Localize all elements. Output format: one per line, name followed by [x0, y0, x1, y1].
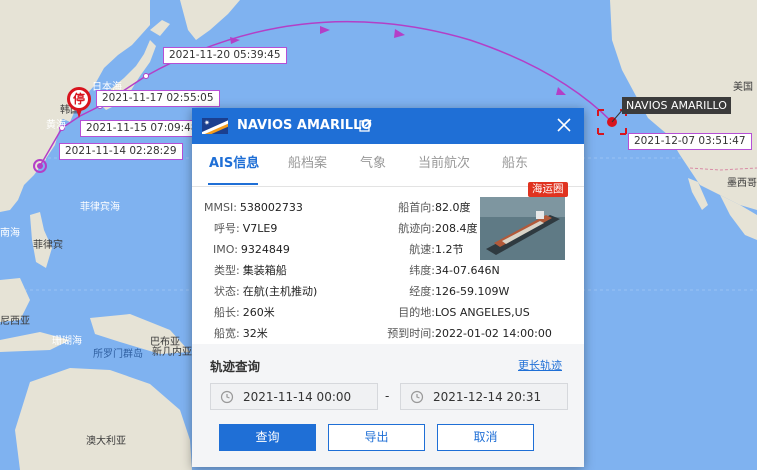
track-time-label[interactable]: 2021-12-07 03:51:47	[628, 133, 752, 150]
ship-name-tag[interactable]: NAVIOS AMARILLO	[622, 97, 731, 114]
start-date-value: 2021-11-14 00:00	[243, 390, 352, 404]
tab-underline	[208, 183, 258, 185]
field-speed-value: 1.2节	[435, 243, 464, 256]
field-course-label: 航迹向:	[398, 222, 435, 235]
map-label-new-guinea: 新几内亚	[152, 347, 192, 358]
ship-photo[interactable]	[480, 197, 565, 260]
map-label-solomon: 所罗门群岛	[93, 349, 143, 360]
field-type: 类型: 集装箱船	[214, 264, 287, 277]
ship-title: NAVIOS AMARILLO	[237, 118, 372, 133]
field-course-value: 208.4度	[435, 222, 478, 235]
tab-current-voyage[interactable]: 当前航次	[418, 156, 470, 172]
track-time-label[interactable]: 2021-11-14 02:28:29	[59, 143, 183, 160]
start-date-input[interactable]: 2021-11-14 00:00	[210, 383, 378, 410]
panel-header: ✷ NAVIOS AMARILLO	[192, 108, 584, 144]
cancel-button[interactable]: 取消	[437, 424, 534, 451]
field-destination-label: 目的地:	[398, 306, 435, 319]
field-heading-value: 82.0度	[435, 201, 471, 214]
tab-owner[interactable]: 船东	[502, 156, 528, 172]
longer-track-link[interactable]: 更长轨迹	[518, 357, 562, 373]
track-time-label[interactable]: 2021-11-17 02:55:05	[96, 90, 220, 107]
field-mmsi: MMSI: 538002733	[204, 201, 303, 214]
field-longitude-value: 126-59.109W	[435, 285, 510, 298]
ship-info-panel: ✷ NAVIOS AMARILLO AIS信息 船档案 气象 当前航次 船东 海…	[192, 108, 584, 467]
field-eta-label: 预到时间:	[387, 327, 435, 340]
field-status: 状态: 在航(主机推动)	[214, 285, 318, 298]
field-beam: 船宽: 32米	[214, 327, 268, 340]
track-time-label[interactable]: 2021-11-20 05:39:45	[163, 47, 287, 64]
field-eta-value: 2022-01-02 14:00:00	[435, 327, 552, 340]
field-longitude-label: 经度:	[409, 285, 435, 298]
map-label-philippines: 菲律宾	[33, 240, 63, 251]
tab-ais-info[interactable]: AIS信息	[209, 156, 259, 172]
tab-weather[interactable]: 气象	[360, 156, 386, 172]
field-callsign: 呼号: V7LE9	[214, 222, 278, 235]
marshall-islands-flag-icon: ✷	[202, 118, 228, 134]
tab-ship-archive[interactable]: 船档案	[288, 156, 327, 172]
end-date-input[interactable]: 2021-12-14 20:31	[400, 383, 568, 410]
edit-icon[interactable]	[359, 119, 372, 132]
field-latitude-value: 34-07.646N	[435, 264, 500, 277]
map-label-yellow-sea: 黄海	[46, 120, 66, 131]
date-separator: -	[385, 389, 390, 403]
haiyunquan-badge[interactable]: 海运圈	[528, 182, 568, 197]
track-query-title: 轨迹查询	[210, 359, 261, 374]
field-destination-value: LOS ANGELES,US	[435, 306, 530, 319]
field-length: 船长: 260米	[214, 306, 275, 319]
map-label-usa: 美国	[733, 82, 753, 93]
clock-icon	[410, 390, 424, 404]
tab-bar: AIS信息 船档案 气象 当前航次 船东 海运圈	[192, 144, 584, 197]
end-date-value: 2021-12-14 20:31	[433, 390, 542, 404]
map-label-coral-sea: 珊瑚海	[52, 336, 82, 347]
map-label-indonesia: 尼西亚	[0, 316, 30, 327]
track-point	[143, 73, 149, 79]
track-time-label[interactable]: 2021-11-15 07:09:48	[80, 120, 204, 137]
export-button[interactable]: 导出	[328, 424, 425, 451]
stop-marker[interactable]: 停	[67, 87, 91, 118]
map-label-philippine-sea: 菲律宾海	[80, 202, 120, 213]
close-icon[interactable]	[556, 117, 572, 133]
map-label-australia: 澳大利亚	[86, 436, 126, 447]
map-label-south-sea: 南海	[0, 228, 20, 239]
clock-icon	[220, 390, 234, 404]
track-query-section: 轨迹查询 更长轨迹 2021-11-14 00:00 - 2021-12-14 …	[192, 344, 584, 467]
field-imo: IMO: 9324849	[213, 243, 290, 256]
field-heading-label: 船首向:	[398, 201, 435, 214]
field-speed-label: 航速:	[409, 243, 435, 256]
field-latitude-label: 纬度:	[409, 264, 435, 277]
map-label-mexico: 墨西哥	[727, 178, 757, 189]
query-button[interactable]: 查询	[219, 424, 316, 451]
